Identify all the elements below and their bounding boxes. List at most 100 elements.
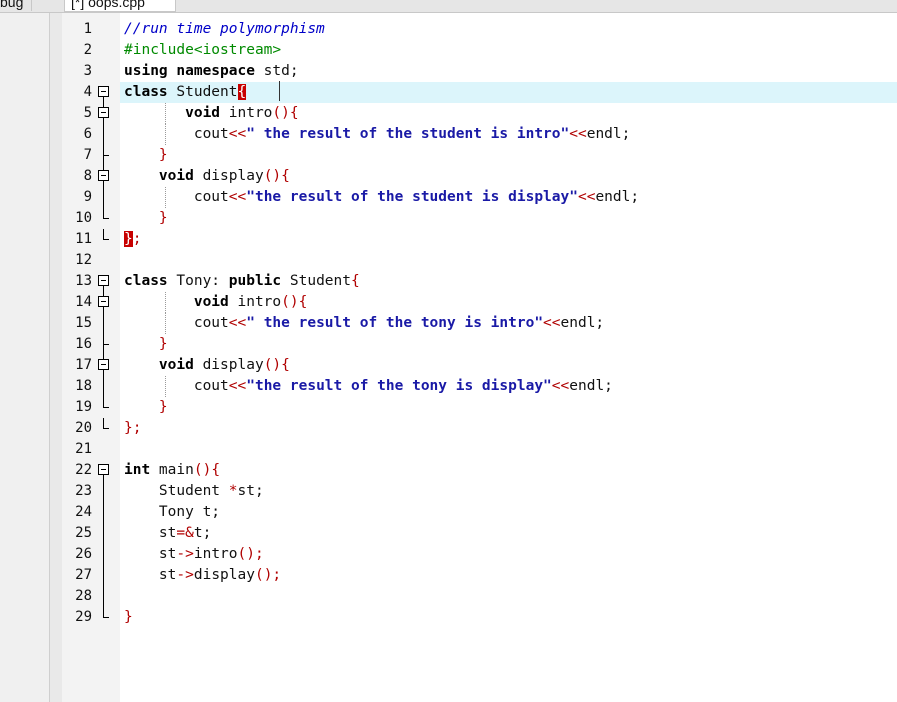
- code-token: {: [351, 273, 360, 289]
- code-token: std;: [254, 63, 299, 79]
- code-text: Tony t;: [124, 502, 220, 523]
- code-line[interactable]: 12: [62, 250, 897, 271]
- code-token: st: [124, 567, 177, 583]
- code-line[interactable]: 14 void intro(){: [62, 292, 897, 313]
- code-token: =&: [176, 525, 194, 541]
- code-token: ->: [176, 546, 194, 562]
- fold-end-marker: [103, 428, 109, 429]
- code-token: Tony t;: [124, 504, 221, 520]
- code-token: Student: [124, 483, 229, 499]
- fold-connector: [103, 586, 104, 607]
- code-token: }: [158, 336, 168, 352]
- code-line[interactable]: 21: [62, 439, 897, 460]
- code-line[interactable]: 25 st=&t;: [62, 523, 897, 544]
- fold-toggle-icon[interactable]: [98, 170, 109, 181]
- code-token: (){: [193, 462, 221, 478]
- code-line[interactable]: 26 st->intro();: [62, 544, 897, 565]
- code-text: st=&t;: [124, 523, 211, 544]
- code-token: class: [124, 273, 168, 289]
- code-token: ();: [254, 567, 282, 583]
- code-token: void: [158, 357, 194, 373]
- line-number: 3: [83, 63, 92, 79]
- line-number: 14: [75, 294, 92, 310]
- fold-connector: [103, 544, 104, 565]
- code-token: display: [193, 357, 264, 373]
- code-line[interactable]: 15 cout<<" the result of the tony is int…: [62, 313, 897, 334]
- code-line[interactable]: 16 }: [62, 334, 897, 355]
- code-line[interactable]: 6 cout<<" the result of the student is i…: [62, 124, 897, 145]
- code-line[interactable]: 5 void intro(){: [62, 103, 897, 124]
- fold-connector: [103, 229, 104, 239]
- fold-toggle-icon[interactable]: [98, 86, 109, 97]
- code-token: ;: [132, 231, 142, 247]
- code-token: <<: [228, 378, 247, 394]
- code-token: intro: [193, 546, 238, 562]
- code-token: //run time polymorphism: [124, 21, 325, 37]
- fold-connector: [103, 313, 104, 334]
- code-line[interactable]: 27 st->display();: [62, 565, 897, 586]
- fold-toggle-icon[interactable]: [98, 275, 109, 286]
- code-line[interactable]: 3 using namespace std;: [62, 61, 897, 82]
- line-number: 25: [75, 525, 92, 541]
- fold-connector: [103, 418, 104, 428]
- code-token: <<: [551, 378, 570, 394]
- code-line[interactable]: 8 void display(){: [62, 166, 897, 187]
- code-token: intro: [220, 105, 273, 121]
- code-line[interactable]: 29}: [62, 607, 897, 628]
- code-token: int: [124, 462, 151, 478]
- code-text: };: [124, 418, 141, 439]
- fold-toggle-icon[interactable]: [98, 464, 109, 475]
- code-token: }: [158, 210, 168, 226]
- code-token: "the result of the student is display": [246, 189, 578, 205]
- code-token: class: [124, 84, 168, 100]
- fold-connector: [103, 187, 104, 208]
- code-token: <<: [228, 315, 247, 331]
- code-line[interactable]: 7 }: [62, 145, 897, 166]
- code-token: {: [237, 84, 247, 100]
- code-token: cout: [124, 315, 229, 331]
- code-line[interactable]: 9 cout<<"the result of the student is di…: [62, 187, 897, 208]
- code-text: class Student{: [124, 82, 247, 103]
- code-line[interactable]: 18 cout<<"the result of the tony is disp…: [62, 376, 897, 397]
- code-line[interactable]: 13 class Tony: public Student{: [62, 271, 897, 292]
- code-text: }: [124, 397, 168, 418]
- code-line[interactable]: 20};: [62, 418, 897, 439]
- code-text: st->intro();: [124, 544, 264, 565]
- code-line[interactable]: 11};: [62, 229, 897, 250]
- debug-menu-fragment[interactable]: bug: [0, 0, 33, 11]
- fold-toggle-icon[interactable]: [98, 359, 109, 370]
- fold-connector: [103, 565, 104, 586]
- code-line[interactable]: 17 void display(){: [62, 355, 897, 376]
- code-token: endl;: [586, 126, 631, 142]
- code-token: endl;: [595, 189, 640, 205]
- code-token: (){: [281, 294, 308, 310]
- line-number: 4: [83, 84, 92, 100]
- tab-strip: bug [*] oops.cpp: [0, 0, 897, 13]
- fold-connector: [103, 481, 104, 502]
- code-line[interactable]: 10 }: [62, 208, 897, 229]
- code-text: //run time polymorphism: [124, 19, 325, 40]
- code-token: *: [228, 483, 238, 499]
- code-token: display: [193, 168, 264, 184]
- line-number: 7: [83, 147, 92, 163]
- code-line[interactable]: 22 int main(){: [62, 460, 897, 481]
- panel-splitter[interactable]: [50, 13, 62, 702]
- line-number: 24: [75, 504, 92, 520]
- code-line[interactable]: 23 Student *st;: [62, 481, 897, 502]
- code-token: Tony:: [167, 273, 229, 289]
- code-text: void intro(){: [124, 292, 308, 313]
- fold-toggle-icon[interactable]: [98, 296, 109, 307]
- code-line[interactable]: 4 class Student{: [62, 82, 897, 103]
- code-line[interactable]: 1 //run time polymorphism: [62, 19, 897, 40]
- tab-oops-cpp[interactable]: [*] oops.cpp: [64, 0, 176, 12]
- fold-toggle-icon[interactable]: [98, 107, 109, 118]
- code-text: Student *st;: [124, 481, 264, 502]
- code-line[interactable]: 28: [62, 586, 897, 607]
- code-line[interactable]: 2 #include<iostream>: [62, 40, 897, 61]
- code-line[interactable]: 24 Tony t;: [62, 502, 897, 523]
- code-line[interactable]: 19 }: [62, 397, 897, 418]
- code-text: int main(){: [124, 460, 220, 481]
